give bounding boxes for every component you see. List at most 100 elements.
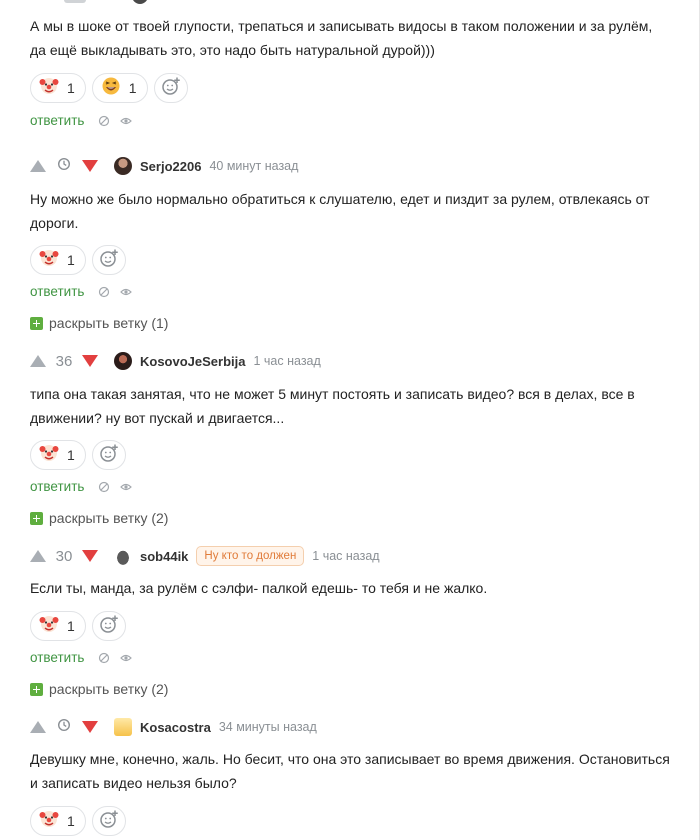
eye-icon[interactable]: [120, 286, 133, 298]
clown-emoji-icon: [39, 76, 59, 101]
avatar[interactable]: [114, 718, 132, 736]
comment-text: Девушку мне, конечно, жаль. Но бесит, чт…: [30, 751, 670, 791]
reactions-bar: 1: [30, 440, 126, 470]
comment-author: Kosacostra: [114, 718, 211, 736]
comment-actions: ответить: [30, 479, 133, 494]
comment-author: sob44ik: [114, 547, 188, 565]
comment-header: 36 KosovoJeSerbija 1 час назад: [30, 348, 321, 374]
upvote-button[interactable]: [30, 550, 46, 562]
eye-icon[interactable]: [120, 115, 133, 127]
downvote-button[interactable]: [82, 721, 98, 733]
comment-header: Kosacostra 34 минуты назад: [30, 714, 317, 740]
clown-emoji-icon: [39, 614, 59, 639]
comment-text: Если ты, манда, за рулём с сэлфи- палкой…: [30, 580, 488, 596]
rating-hidden: [46, 718, 82, 737]
reactions-bar: 1 1: [30, 73, 188, 103]
eye-icon[interactable]: [120, 652, 133, 664]
reaction-count: 1: [67, 252, 75, 268]
comment-author: KosovoJeSerbija: [114, 352, 246, 370]
comment-actions: ответить: [30, 284, 133, 299]
avatar[interactable]: [114, 352, 132, 370]
hide-icon[interactable]: [98, 481, 110, 493]
downvote-button[interactable]: [82, 355, 98, 367]
comment-time[interactable]: 40 минут назад: [209, 159, 298, 173]
reaction-count: 1: [67, 447, 75, 463]
comment-rating: 30: [55, 547, 73, 565]
comment-actions: ответить: [30, 650, 133, 665]
username[interactable]: Kosacostra: [140, 720, 211, 735]
laughing-emoji-icon: [101, 76, 121, 101]
add-reaction-icon: [99, 248, 119, 273]
plus-icon: [30, 682, 43, 696]
expand-thread-label: раскрыть ветку (2): [49, 681, 169, 697]
expand-thread-button[interactable]: раскрыть ветку (1): [30, 315, 168, 331]
hide-icon[interactable]: [98, 115, 110, 127]
cropped-header-fragment: [64, 0, 86, 3]
clown-emoji-icon: [39, 248, 59, 273]
clown-emoji-icon: [39, 443, 59, 468]
reply-link[interactable]: ответить: [30, 479, 84, 494]
reaction-clown[interactable]: 1: [30, 611, 86, 641]
reaction-clown[interactable]: 1: [30, 806, 86, 836]
reaction-laugh[interactable]: 1: [91, 73, 148, 103]
downvote-button[interactable]: [82, 160, 98, 172]
reaction-clown[interactable]: 1: [30, 73, 86, 103]
hide-icon[interactable]: [98, 652, 110, 664]
timer-icon: [57, 157, 71, 176]
reply-link[interactable]: ответить: [30, 650, 84, 665]
username[interactable]: sob44ik: [140, 549, 188, 564]
add-reaction-icon: [99, 809, 119, 834]
comment-time[interactable]: 1 час назад: [254, 354, 321, 368]
expand-thread-button[interactable]: раскрыть ветку (2): [30, 510, 168, 526]
avatar[interactable]: [114, 157, 132, 175]
reaction-count: 1: [128, 80, 137, 96]
hide-icon[interactable]: [98, 286, 110, 298]
comment-rating: 36: [55, 352, 73, 370]
upvote-button[interactable]: [30, 355, 46, 367]
comment-header: Serjo2206 40 минут назад: [30, 153, 298, 179]
upvote-button[interactable]: [30, 160, 46, 172]
reply-link[interactable]: ответить: [30, 284, 84, 299]
timer-icon: [57, 718, 71, 737]
reactions-bar: 1: [30, 806, 126, 836]
reactions-bar: 1: [30, 245, 126, 275]
username[interactable]: Serjo2206: [140, 159, 201, 174]
downvote-button[interactable]: [82, 550, 98, 562]
expand-thread-button[interactable]: раскрыть ветку (2): [30, 681, 168, 697]
add-reaction-icon: [99, 443, 119, 468]
reaction-count: 1: [67, 813, 75, 829]
reaction-count: 1: [67, 80, 75, 96]
add-reaction-button[interactable]: [153, 73, 188, 103]
username[interactable]: KosovoJeSerbija: [140, 354, 246, 369]
reply-link[interactable]: ответить: [30, 113, 84, 128]
expand-thread-label: раскрыть ветку (1): [49, 315, 169, 331]
add-reaction-icon: [161, 76, 181, 101]
upvote-button[interactable]: [30, 721, 46, 733]
comment-time[interactable]: 1 час назад: [312, 549, 379, 563]
comment-author: Serjo2206: [114, 157, 201, 175]
comment-time[interactable]: 34 минуты назад: [219, 720, 317, 734]
comments-page: А мы в шоке от твоей глупости, трепаться…: [0, 0, 700, 840]
comment-text: типа она такая занятая, что не может 5 м…: [30, 386, 635, 426]
plus-icon: [30, 511, 43, 525]
comment-actions: ответить: [30, 113, 133, 128]
add-reaction-icon: [99, 614, 119, 639]
expand-thread-label: раскрыть ветку (2): [49, 510, 169, 526]
plus-icon: [30, 316, 43, 330]
cropped-header-fragment: [132, 0, 148, 4]
add-reaction-button[interactable]: [91, 806, 126, 836]
rating-hidden: [46, 157, 82, 176]
eye-icon[interactable]: [120, 481, 133, 493]
user-badge: Ну кто то должен: [196, 546, 305, 566]
reaction-clown[interactable]: 1: [30, 245, 86, 275]
comment-text: А мы в шоке от твоей глупости, трепаться…: [30, 18, 653, 58]
reactions-bar: 1: [30, 611, 126, 641]
avatar[interactable]: [114, 547, 132, 565]
comment-text: Ну можно же было нормально обратиться к …: [30, 191, 650, 231]
comment-header: 30 sob44ik Ну кто то должен 1 час назад: [30, 543, 380, 569]
add-reaction-button[interactable]: [91, 611, 126, 641]
reaction-count: 1: [67, 618, 75, 634]
add-reaction-button[interactable]: [91, 440, 126, 470]
reaction-clown[interactable]: 1: [30, 440, 86, 470]
add-reaction-button[interactable]: [91, 245, 126, 275]
